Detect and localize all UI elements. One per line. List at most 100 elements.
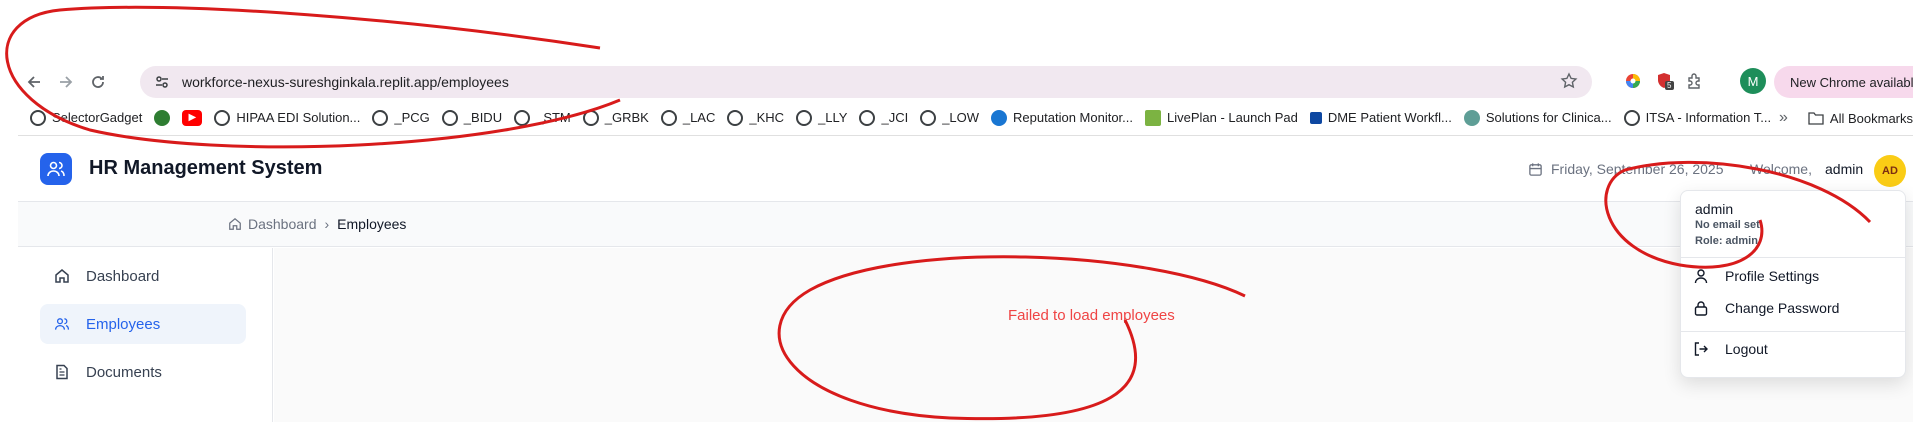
bookmark-label: ITSA - Information T... [1645, 110, 1772, 125]
bookmark-item[interactable]: _JCI [859, 100, 908, 135]
all-bookmarks-label: All Bookmarks [1829, 110, 1913, 126]
bookmark-item[interactable]: _GRBK [582, 100, 649, 135]
bookmark-label: _PCG [394, 110, 430, 125]
all-bookmarks-folder[interactable]: All Bookmarks [1808, 100, 1913, 135]
forward-arrow-icon [60, 76, 73, 88]
logout-menu-item[interactable]: Logout [1693, 341, 1768, 357]
dropdown-username: admin [1695, 201, 1734, 217]
change-password-menu-item[interactable]: Change Password [1693, 300, 1839, 316]
bookmark-item[interactable]: _STM [514, 100, 571, 135]
bookmark-item[interactable]: _BIDU [441, 100, 502, 135]
reload-icon [92, 76, 104, 88]
bookmark-label: HIPAA EDI Solution... [236, 110, 361, 125]
bookmark-label: DME Patient Workfl... [1327, 110, 1452, 125]
bookmark-item[interactable]: HIPAA EDI Solution... [214, 100, 361, 135]
globe-icon [727, 109, 744, 126]
bookmark-label: LivePlan - Launch Pad [1167, 110, 1298, 125]
sidebar-item-employees[interactable]: Employees [40, 304, 246, 344]
bookmark-item[interactable]: Solutions for Clinica... [1463, 100, 1612, 135]
bookmark-item[interactable]: _KHC [727, 100, 785, 135]
users-logo-icon [47, 161, 65, 177]
home-icon [229, 217, 241, 230]
chrome-update-button[interactable]: New Chrome available [1774, 66, 1913, 98]
reload-button[interactable] [82, 66, 114, 98]
header-username: admin [1825, 161, 1864, 177]
bookmark-item[interactable]: ▶ [182, 100, 203, 135]
url-text[interactable]: workforce-nexus-sureshginkala.replit.app… [182, 74, 509, 90]
app-title: HR Management System [89, 157, 323, 179]
dropdown-divider [1681, 331, 1905, 332]
bookmark-star-icon[interactable] [1560, 72, 1578, 95]
dropdown-role: Role: admin [1695, 235, 1758, 247]
bookmark-item[interactable]: _LOW [920, 100, 980, 135]
user-dropdown-menu: admin No email set Role: admin Profile S… [1680, 190, 1906, 378]
user-avatar-button[interactable]: AD [1874, 155, 1906, 187]
globe-icon [372, 109, 389, 126]
globe-icon [1623, 109, 1640, 126]
color-wheel-extension-icon[interactable] [1622, 70, 1644, 92]
bookmark-item[interactable]: Reputation Monitor... [991, 100, 1134, 135]
date-text: Friday, September 26, 2025 [1551, 161, 1724, 177]
breadcrumb-dashboard-link[interactable]: Dashboard [248, 216, 317, 232]
extensions-puzzle-icon[interactable] [1684, 70, 1706, 92]
bookmark-item[interactable]: DME Patient Workfl... [1309, 100, 1452, 135]
bookmark-item[interactable]: _PCG [372, 100, 430, 135]
site-settings-icon[interactable] [146, 74, 178, 90]
forward-button[interactable] [50, 66, 82, 98]
extension-badge: 5 [1667, 81, 1672, 90]
bookmarks-bar: SelectorGadget ▶ HIPAA EDI Solution... _PCG… [18, 100, 1913, 136]
sidebar: Dashboard Employees Documents [18, 248, 273, 422]
users-icon [54, 318, 70, 330]
menu-item-label: Logout [1725, 341, 1768, 357]
sidebar-item-label: Documents [86, 363, 162, 381]
leaf-icon [1463, 109, 1480, 126]
bookmark-item[interactable]: ITSA - Information T... [1623, 100, 1772, 135]
bookmark-item[interactable] [154, 100, 171, 135]
bookmark-item[interactable]: _LLY [796, 100, 848, 135]
bookmark-label: _KHC [749, 110, 785, 125]
address-bar[interactable]: workforce-nexus-sureshginkala.replit.app… [140, 66, 1592, 98]
globe-icon [514, 109, 531, 126]
profile-settings-menu-item[interactable]: Profile Settings [1693, 268, 1819, 284]
bars-icon [1145, 109, 1162, 126]
dropdown-email: No email set [1695, 219, 1760, 231]
bookmark-item[interactable]: LivePlan - Launch Pad [1145, 100, 1298, 135]
bookmark-label: _STM [536, 110, 571, 125]
folder-icon [1808, 112, 1824, 125]
menu-item-label: Change Password [1725, 300, 1840, 316]
sidebar-item-dashboard[interactable]: Dashboard [40, 256, 246, 296]
bookmark-item[interactable]: _LAC [660, 100, 715, 135]
bookmark-label: _LLY [818, 110, 848, 125]
bookmark-label: _LOW [942, 110, 980, 125]
browser-toolbar: workforce-nexus-sureshginkala.replit.app… [18, 64, 1913, 100]
error-message: Failed to load employees [1008, 307, 1175, 324]
app-logo[interactable] [40, 153, 72, 185]
back-button[interactable] [18, 66, 50, 98]
app-header: HR Management System Friday, September 2… [18, 137, 1913, 202]
globe-icon [30, 109, 46, 126]
youtube-icon: ▶ [182, 109, 203, 126]
check-icon [991, 109, 1008, 126]
bookmark-label: SelectorGadget [52, 110, 143, 125]
globe-icon [441, 109, 458, 126]
bookmark-label: Solutions for Clinica... [1485, 110, 1612, 125]
chevron-right-icon: › [324, 216, 330, 232]
sidebar-item-label: Dashboard [86, 267, 160, 285]
breadcrumb-bar: Dashboard › Employees [18, 202, 1913, 247]
globe-icon [920, 109, 937, 126]
bookmark-label: Reputation Monitor... [1013, 110, 1134, 125]
globe-icon [582, 109, 599, 126]
bookmarks-overflow-icon[interactable]: » [1779, 109, 1788, 127]
document-icon [56, 364, 68, 380]
sidebar-item-documents[interactable]: Documents [40, 352, 246, 392]
leaf-icon [154, 109, 171, 126]
bookmark-label: _GRBK [604, 110, 649, 125]
back-arrow-icon [27, 76, 40, 88]
browser-tab-strip [0, 0, 1913, 64]
profile-avatar[interactable]: M [1740, 68, 1766, 94]
shield-extension-icon[interactable]: 5 [1654, 70, 1676, 92]
bookmark-item[interactable]: SelectorGadget [30, 100, 143, 135]
user-icon [1694, 269, 1708, 284]
breadcrumb-current: Employees [337, 216, 407, 232]
globe-icon [660, 109, 677, 126]
